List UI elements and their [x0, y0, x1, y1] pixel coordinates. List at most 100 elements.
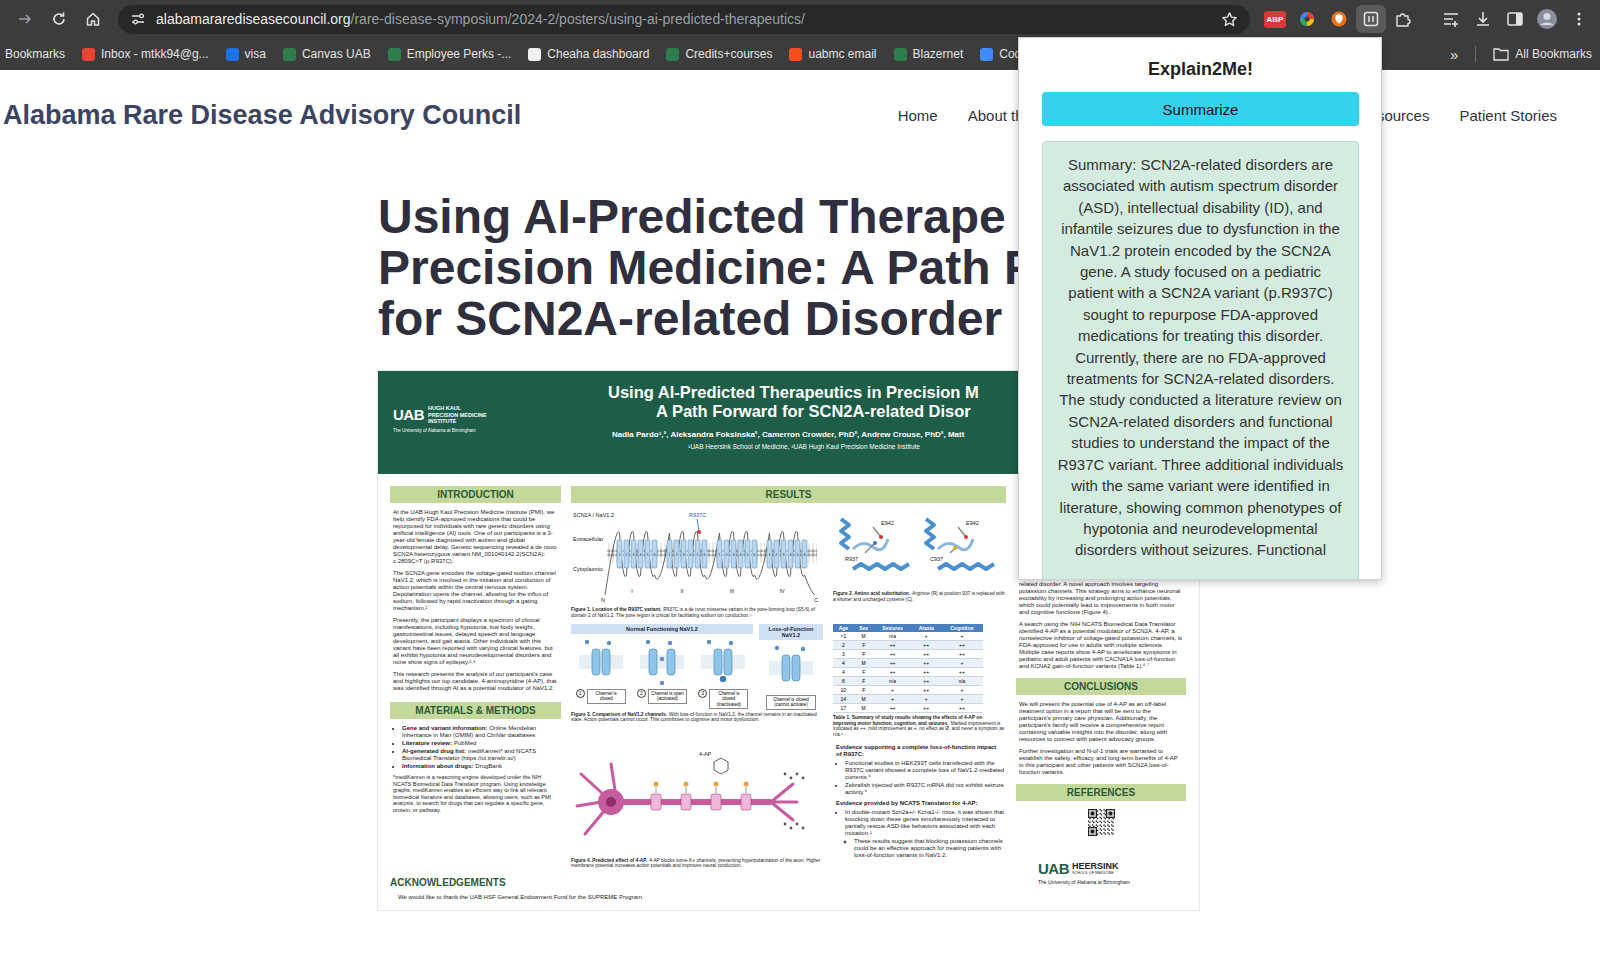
extension-button[interactable]: [1324, 5, 1354, 33]
evidence-list: Evidence supporting a complete loss-of-f…: [833, 744, 1006, 869]
nav-link[interactable]: sources: [1377, 107, 1430, 124]
poster-title: A Path Forward for SCN2A-related Disor: [656, 402, 979, 421]
svg-text:3: 3: [633, 553, 635, 557]
bookmark-star-icon[interactable]: [1221, 11, 1238, 28]
extension-button[interactable]: [1388, 5, 1418, 33]
site-settings-icon[interactable]: [130, 11, 146, 27]
poster-affiliations: ¹UAB Heersink School of Medicine, ²UAB H…: [688, 443, 979, 450]
separator: [1475, 46, 1476, 62]
channel-state: 3Channel is closed (inactivated): [698, 637, 748, 709]
svg-text:3: 3: [683, 553, 685, 557]
bookmark-item[interactable]: uabmc email: [789, 47, 876, 61]
page-title: Using AI-Predicted TherapePrecision Medi…: [378, 191, 1600, 344]
adblock-icon: ABP: [1264, 11, 1286, 28]
svg-text:N: N: [601, 597, 605, 603]
ion-channel-icon: [701, 637, 745, 689]
extension-button[interactable]: [1292, 5, 1322, 33]
results-section: RESULTS SCN2A / NaV1.2ExtracellularCytop…: [571, 486, 1006, 869]
favicon-icon: [980, 48, 993, 61]
menu-button[interactable]: [1564, 4, 1594, 34]
table-1: AgeSexSeizuresAtaxiaCognition<1Mn/a++2F+…: [833, 624, 1006, 737]
svg-text:5: 5: [797, 553, 799, 557]
bookmark-item[interactable]: Blazernet: [894, 47, 964, 61]
favicon-icon: [283, 48, 296, 61]
summarize-button[interactable]: Summarize: [1042, 92, 1359, 126]
more-vertical-icon: [1571, 11, 1587, 27]
bookmark-item[interactable]: Inbox - mtkk94@g...: [82, 47, 209, 61]
extension-button[interactable]: [1356, 5, 1386, 33]
nav-link[interactable]: Home: [898, 107, 938, 124]
bookmark-item[interactable]: Employee Perks -...: [388, 47, 512, 61]
poster-authors: Nadia Pardo¹,², Aleksandra Foksinska², C…: [612, 430, 979, 439]
summary-box: Summary: SCN2A-related disorders are ass…: [1042, 141, 1359, 580]
svg-text:C937: C937: [930, 556, 943, 562]
puzzle-icon: [1394, 10, 1412, 28]
svg-text:4: 4: [790, 553, 792, 557]
table-row: 2F++++++: [833, 641, 983, 650]
bookmark-item[interactable]: Credits+courses: [666, 47, 772, 61]
poster-title: Using AI-Predicted Therapeutics in Preci…: [608, 383, 979, 402]
heersink-logo: UAB HEERSINKSCHOOL OF MEDICINE The Unive…: [1016, 844, 1186, 885]
reload-icon: [51, 11, 67, 27]
channel-state: 2Channel is open (activated): [637, 637, 687, 709]
favicon-icon: [894, 48, 907, 61]
qr-code-icon[interactable]: [1088, 809, 1115, 836]
svg-text:4: 4: [740, 553, 742, 557]
svg-text:3: 3: [783, 553, 785, 557]
table-row: 8Fn/a++n/a: [833, 677, 983, 686]
uab-logo: UAB HUGH KAUL PRECISION MEDICINE INSTITU…: [378, 371, 608, 433]
nav-link[interactable]: Patient Stories: [1459, 107, 1557, 124]
extension-button[interactable]: ABP: [1260, 5, 1290, 33]
svg-text:1: 1: [619, 553, 621, 557]
sodium-channel-topology-diagram: SCN2A / NaV1.2ExtracellularCytoplasmic12…: [571, 509, 821, 605]
svg-text:II: II: [680, 588, 684, 594]
svg-text:E942: E942: [881, 520, 894, 526]
discussion-section: Currently, there are no FDA-approved dru…: [1016, 574, 1186, 670]
figure-1: SCN2A / NaV1.2ExtracellularCytoplasmic12…: [571, 509, 823, 618]
references-section: REFERENCES: [1016, 784, 1186, 836]
bookmarks-overflow-button[interactable]: »: [1450, 46, 1458, 63]
table-row: 10F++++: [833, 686, 983, 695]
profile-button[interactable]: [1532, 4, 1562, 34]
forward-button[interactable]: [10, 4, 40, 34]
channel-state: Channel is closed (cannot activate): [766, 643, 816, 709]
reading-list-button[interactable]: [1436, 4, 1466, 34]
reload-button[interactable]: [44, 4, 74, 34]
table-row: 14M+++: [833, 695, 983, 704]
color-wheel-icon: [1298, 10, 1316, 28]
extensions-bar: ABP: [1260, 5, 1418, 33]
favicon-icon: [226, 48, 239, 61]
bookmark-item[interactable]: Canvas UAB: [283, 47, 371, 61]
toolbar: alabamararediseasecouncil.org/rare-disea…: [0, 0, 1600, 38]
all-bookmarks-button[interactable]: All Bookmarks: [1493, 47, 1592, 61]
reading-list-icon: [1442, 10, 1460, 28]
figure-4: 4-AP Figure 4. Predicted effect of 4-AP.…: [571, 744, 823, 869]
shield-icon: [1330, 10, 1348, 28]
browser-window: alabamararediseasecouncil.org/rare-disea…: [0, 0, 1600, 974]
svg-text:6: 6: [654, 553, 656, 557]
side-panel-button[interactable]: [1500, 4, 1530, 34]
address-bar[interactable]: alabamararediseasecouncil.org/rare-disea…: [118, 5, 1250, 34]
home-button[interactable]: [78, 4, 108, 34]
explain-icon: [1362, 10, 1380, 28]
table-row: 3F++++++: [833, 650, 983, 659]
svg-text:1: 1: [719, 553, 721, 557]
svg-text:1: 1: [769, 553, 771, 557]
favicon-icon: [388, 48, 401, 61]
protein-structure-image: E942R937E942C937: [833, 509, 1003, 589]
svg-text:2: 2: [776, 553, 778, 557]
svg-text:Cytoplasmic: Cytoplasmic: [573, 566, 603, 572]
bookmarks-label[interactable]: Bookmarks: [5, 47, 65, 61]
svg-text:I: I: [631, 588, 633, 594]
forward-arrow-icon: [17, 11, 33, 27]
downloads-button[interactable]: [1468, 4, 1498, 34]
site-logo[interactable]: Alabama Rare Disease Advisory Council: [3, 100, 521, 131]
url-text[interactable]: alabamararediseasecouncil.org/rare-disea…: [156, 11, 1211, 27]
bookmark-item[interactable]: Cheaha dashboard: [528, 47, 649, 61]
table-row: 4F++++++: [833, 668, 983, 677]
introduction-section: INTRODUCTION At the UAB Hugh Kaul Precis…: [390, 486, 561, 692]
conclusions-section: CONCLUSIONS We will present the potentia…: [1016, 678, 1186, 776]
browser-actions: [1436, 4, 1594, 34]
svg-text:5: 5: [647, 553, 649, 557]
bookmark-item[interactable]: visa: [226, 47, 266, 61]
